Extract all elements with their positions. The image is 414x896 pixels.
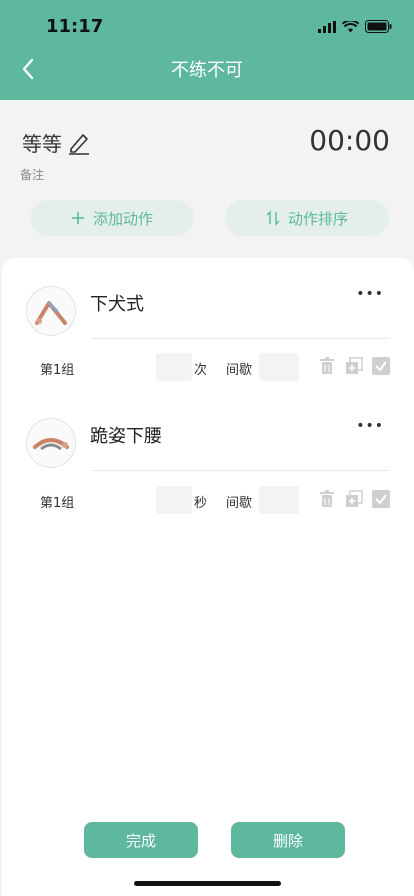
- rest-label: 间歇: [226, 496, 253, 511]
- set-label: 第1组: [40, 363, 75, 378]
- delete-button[interactable]: 删除: [231, 822, 345, 858]
- duplicate-icon[interactable]: [345, 490, 363, 508]
- divider: [92, 470, 390, 471]
- rest-input[interactable]: [259, 353, 299, 381]
- app-header: 11:17 不练不可: [0, 0, 414, 100]
- page-title: 不练不可: [171, 60, 243, 81]
- exercise-thumbnail[interactable]: [26, 286, 76, 336]
- set-row: 第1组 次 间歇: [2, 353, 414, 381]
- nav-bar: 不练不可: [0, 50, 414, 90]
- downward-dog-figure-icon: [35, 301, 67, 325]
- status-icons: [318, 18, 392, 37]
- add-exercise-label: 添加动作: [92, 209, 153, 228]
- note-label[interactable]: 备注: [20, 166, 44, 183]
- checkbox-icon[interactable]: [372, 357, 390, 375]
- plus-icon: [71, 212, 84, 224]
- kneeling-backbend-figure-icon: [33, 438, 69, 451]
- battery-icon: [365, 18, 392, 37]
- workout-timer: 00:00: [309, 124, 390, 157]
- signal-icon: [318, 18, 336, 37]
- set-row: 第1组 秒 间歇: [2, 486, 414, 514]
- exercise-name: 跪姿下腰: [90, 426, 162, 447]
- unit-label: 秒: [194, 496, 208, 511]
- sort-exercises-button[interactable]: 动作排序: [225, 200, 389, 236]
- rest-input[interactable]: [259, 486, 299, 514]
- wifi-icon: [341, 18, 360, 37]
- home-indicator: [134, 881, 281, 886]
- exercise-list: 下犬式 ••• 第1组 次 间歇 跪姿下腰 ••• 第1组 秒 间歇: [2, 258, 414, 896]
- workout-name: 等等: [22, 132, 62, 156]
- duplicate-icon[interactable]: [345, 357, 363, 375]
- sort-arrows-icon: [266, 210, 280, 226]
- duration-input[interactable]: [156, 486, 192, 514]
- reps-input[interactable]: [156, 353, 192, 381]
- more-options-icon[interactable]: •••: [356, 286, 384, 302]
- sort-exercises-label: 动作排序: [287, 209, 348, 228]
- trash-icon[interactable]: [318, 490, 336, 508]
- more-options-icon[interactable]: •••: [356, 418, 384, 434]
- finish-button[interactable]: 完成: [84, 822, 198, 858]
- status-time: 11:17: [46, 16, 104, 37]
- checkbox-icon[interactable]: [372, 490, 390, 508]
- workout-name-row[interactable]: 等等: [22, 128, 90, 157]
- set-label: 第1组: [40, 496, 75, 511]
- add-exercise-button[interactable]: 添加动作: [30, 200, 194, 236]
- exercise-name: 下犬式: [90, 294, 144, 315]
- workout-summary: 等等 00:00 备注 添加动作 动作排序: [0, 100, 414, 260]
- status-bar: 11:17: [0, 0, 414, 56]
- exercise-thumbnail[interactable]: [26, 418, 76, 468]
- edit-pencil-icon[interactable]: [68, 131, 90, 155]
- rest-label: 间歇: [226, 363, 253, 378]
- unit-label: 次: [194, 363, 208, 378]
- divider: [92, 338, 390, 339]
- trash-icon[interactable]: [318, 357, 336, 375]
